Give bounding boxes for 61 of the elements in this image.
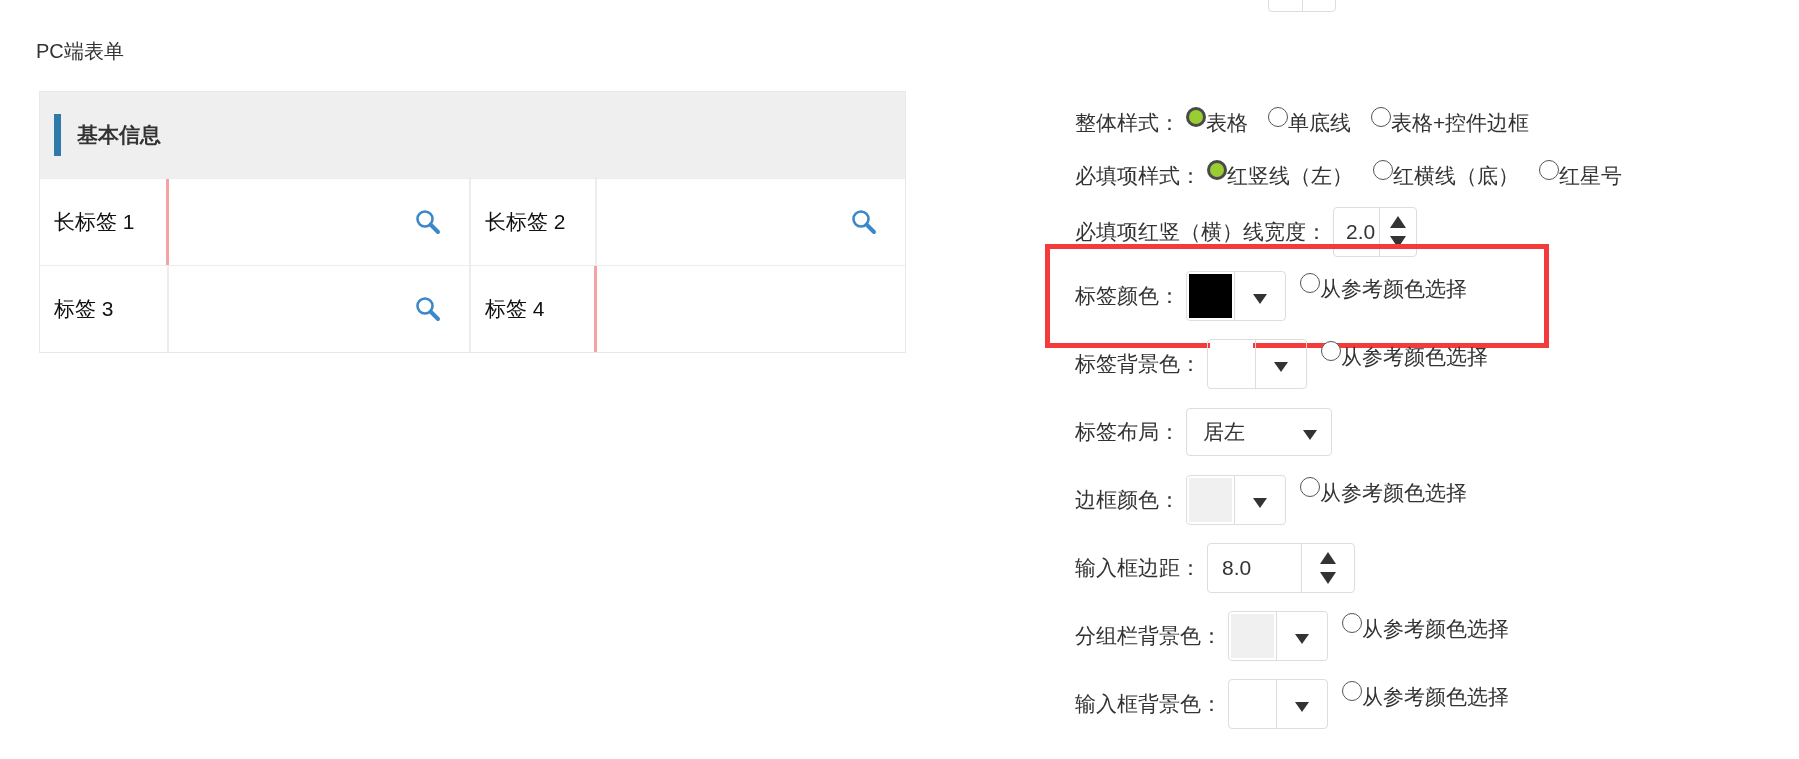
setting-label: 整体样式： <box>1075 109 1180 136</box>
option-label: 从参考颜色选择 <box>1320 480 1467 506</box>
option-label: 从参考颜色选择 <box>1362 684 1509 710</box>
radio-button[interactable] <box>1207 159 1227 180</box>
radio-button[interactable] <box>1342 613 1362 633</box>
radio-button[interactable] <box>1342 681 1362 701</box>
setting-label: 输入框背景色： <box>1075 691 1222 717</box>
option-label: 红横线（底） <box>1393 162 1519 189</box>
accent-bar <box>54 114 61 156</box>
option-label: 从参考颜色选择 <box>1320 276 1467 302</box>
radio-button[interactable] <box>1371 106 1391 127</box>
setting-label: 必填项红竖（横）线宽度： <box>1075 219 1327 245</box>
setting-label: 输入框边距： <box>1075 555 1201 581</box>
setting-label: 必填项样式： <box>1075 162 1201 189</box>
down-arrow-icon[interactable] <box>1320 572 1336 584</box>
page-title: PC端表单 <box>36 39 125 64</box>
option-label: 表格 <box>1206 109 1248 136</box>
setting-label: 标签背景色： <box>1075 351 1201 377</box>
option-label: 红竖线（左） <box>1227 162 1353 189</box>
option-label: 从参考颜色选择 <box>1362 616 1509 642</box>
color-picker[interactable] <box>1186 475 1286 525</box>
setting-label: 分组栏背景色： <box>1075 623 1222 649</box>
caret-icon <box>1274 362 1288 372</box>
caret-icon <box>1303 430 1317 440</box>
caret-icon <box>1253 294 1267 304</box>
color-picker[interactable] <box>1207 339 1307 389</box>
field-label: 长标签 2 <box>471 179 597 265</box>
section-title: 基本信息 <box>77 122 161 148</box>
caret-icon <box>1295 702 1309 712</box>
caret-icon <box>1253 498 1267 508</box>
dropdown[interactable]: 居左 <box>1186 408 1332 456</box>
number-spinner[interactable]: 8.0 <box>1207 543 1355 593</box>
radio-button[interactable] <box>1186 106 1206 127</box>
radio-button[interactable] <box>1300 477 1320 497</box>
caret-icon <box>1295 634 1309 644</box>
radio-button[interactable] <box>1268 106 1288 127</box>
field-label: 标签 3 <box>40 266 169 352</box>
search-icon[interactable] <box>415 209 441 235</box>
option-label: 单底线 <box>1288 109 1351 136</box>
color-picker[interactable] <box>1228 611 1328 661</box>
radio-button[interactable] <box>1373 159 1393 180</box>
setting-label: 标签颜色： <box>1075 283 1180 309</box>
color-picker[interactable] <box>1228 679 1328 729</box>
search-icon[interactable] <box>415 296 441 322</box>
field-label: 标签 4 <box>471 266 597 352</box>
radio-button[interactable] <box>1300 273 1320 293</box>
spinner-value: 8.0 <box>1208 544 1302 592</box>
setting-label: 标签布局： <box>1075 419 1180 445</box>
spinner-value: 2.0 <box>1334 208 1380 256</box>
radio-button[interactable] <box>1539 159 1559 180</box>
radio-button[interactable] <box>1321 341 1341 361</box>
option-label: 表格+控件边框 <box>1391 109 1530 136</box>
search-icon[interactable] <box>851 209 877 235</box>
setting-label: 边框颜色： <box>1075 487 1180 513</box>
option-label: 从参考颜色选择 <box>1341 344 1488 370</box>
field-label: 长标签 1 <box>40 179 169 265</box>
option-label: 红星号 <box>1559 162 1622 189</box>
number-spinner[interactable]: 2.0 <box>1333 207 1417 257</box>
up-arrow-icon[interactable] <box>1320 552 1336 564</box>
color-picker[interactable] <box>1186 271 1286 321</box>
up-arrow-icon[interactable] <box>1390 216 1406 228</box>
